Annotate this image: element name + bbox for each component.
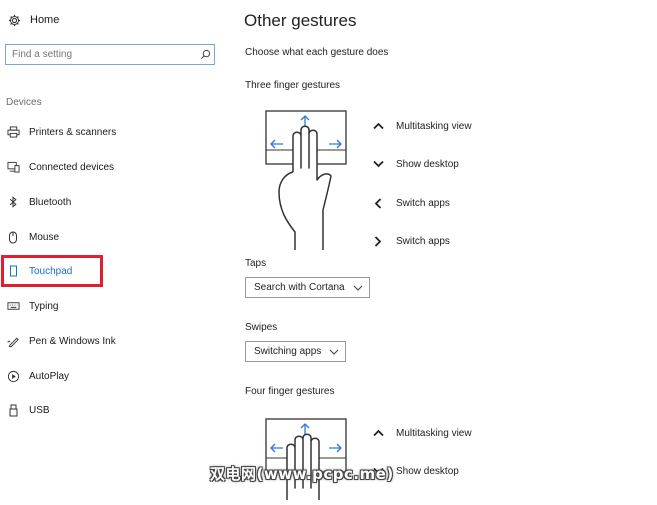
search-input[interactable]: [6, 46, 196, 63]
swipes-label: Swipes: [245, 322, 278, 333]
keyboard-icon: [6, 299, 20, 313]
gear-icon: [7, 13, 21, 27]
sidebar-item-label: Typing: [29, 300, 59, 312]
sidebar-item-label: USB: [29, 404, 50, 416]
chevron-down-icon: [353, 285, 363, 291]
bluetooth-icon: [6, 195, 20, 209]
chevron-up-icon: [371, 427, 385, 439]
gesture-action-label: Show desktop: [396, 158, 459, 170]
sidebar-item-pen-windows-ink[interactable]: Pen & Windows Ink: [0, 329, 232, 353]
chevron-down-icon: [329, 349, 339, 355]
watermark-text: 双电网(www.pcpc.me): [210, 465, 394, 483]
sidebar-item-label: Mouse: [29, 231, 60, 243]
sidebar-item-label: Pen & Windows Ink: [29, 335, 116, 347]
main-content: Other gestures Choose what each gesture …: [232, 0, 657, 500]
sidebar-item-label: AutoPlay: [29, 370, 70, 382]
taps-dropdown[interactable]: Search with Cortana: [245, 277, 370, 298]
four-finger-gesture-up: Multitasking view: [371, 427, 472, 439]
usb-icon: [6, 403, 20, 417]
sidebar-item-autoplay[interactable]: AutoPlay: [0, 364, 232, 388]
gesture-action-label: Show desktop: [396, 465, 459, 477]
sidebar-item-label: Bluetooth: [29, 196, 72, 208]
sidebar-item-usb[interactable]: USB: [0, 398, 232, 422]
autoplay-icon: [6, 369, 20, 383]
three-finger-gesture-right: Switch apps: [371, 235, 450, 247]
sidebar-item-mouse[interactable]: Mouse: [0, 225, 232, 249]
printer-icon: [6, 125, 20, 139]
sidebar-item-printers-scanners[interactable]: Printers & scanners: [0, 120, 232, 144]
sidebar-item-connected-devices[interactable]: Connected devices: [0, 155, 232, 179]
mouse-icon: [6, 230, 20, 244]
taps-label: Taps: [245, 258, 267, 269]
three-finger-gestures-title: Three finger gestures: [245, 80, 341, 91]
three-finger-gesture-down: Show desktop: [371, 158, 459, 170]
chevron-up-icon: [371, 120, 385, 132]
home-link[interactable]: Home: [7, 13, 59, 27]
three-finger-gesture-left: Switch apps: [371, 197, 450, 209]
home-label: Home: [30, 14, 60, 26]
taps-dropdown-value: Search with Cortana: [254, 282, 345, 293]
search-icon[interactable]: [196, 49, 214, 60]
swipes-dropdown-value: Switching apps: [254, 346, 322, 357]
page-subtitle: Choose what each gesture does: [245, 47, 389, 58]
page-title: Other gestures: [244, 11, 357, 30]
gesture-action-label: Switch apps: [396, 197, 450, 209]
four-finger-gestures-title: Four finger gestures: [245, 386, 335, 397]
swipes-dropdown[interactable]: Switching apps: [245, 341, 347, 362]
four-finger-gesture-illustration: [265, 418, 347, 505]
gesture-action-label: Switch apps: [396, 235, 450, 247]
chevron-down-icon: [371, 158, 385, 170]
sidebar-item-label: Connected devices: [29, 161, 115, 173]
selection-highlight-box: [1, 255, 103, 287]
sidebar-item-bluetooth[interactable]: Bluetooth: [0, 190, 232, 214]
chevron-left-icon: [371, 197, 385, 209]
sidebar-item-label: Printers & scanners: [29, 126, 117, 138]
search-box[interactable]: [5, 44, 215, 65]
chevron-right-icon: [371, 235, 385, 247]
sidebar: Home Devices Printers & scanners Connect…: [0, 0, 232, 500]
pen-icon: [6, 334, 20, 348]
gesture-action-label: Multitasking view: [396, 120, 472, 132]
three-finger-gesture-up: Multitasking view: [371, 120, 472, 132]
connected-devices-icon: [6, 160, 20, 174]
gesture-action-label: Multitasking view: [396, 427, 472, 439]
section-label-devices: Devices: [6, 97, 42, 108]
sidebar-item-typing[interactable]: Typing: [0, 294, 232, 318]
three-finger-gesture-illustration: [265, 110, 347, 260]
